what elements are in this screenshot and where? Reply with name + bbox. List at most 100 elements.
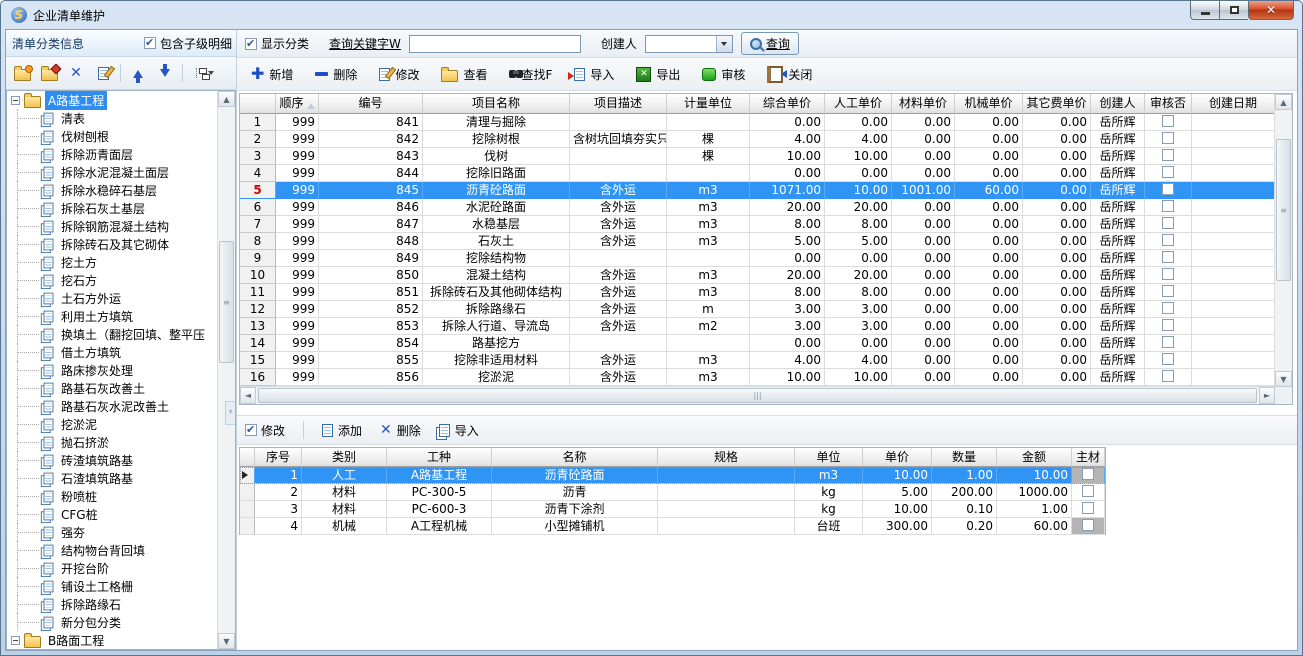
table-row[interactable]: 2999842挖除树根含树坑回填夯实只棵4.004.000.000.000.00… xyxy=(240,131,1292,148)
cell-date[interactable] xyxy=(1192,216,1275,233)
cell-code[interactable]: 845 xyxy=(319,182,423,199)
audit-checkbox[interactable] xyxy=(1162,115,1174,127)
tree-item[interactable]: 拆除路缘石 xyxy=(7,595,218,613)
cell-spec[interactable] xyxy=(658,467,795,484)
tree-item[interactable]: 石渣填筑路基 xyxy=(7,469,218,487)
table-row[interactable]: 14999854路基挖方0.000.000.000.000.00岳所辉 xyxy=(240,335,1292,352)
tree-item[interactable]: 换填土（翻挖回填、整平压 xyxy=(7,325,218,343)
scrollbar-thumb[interactable]: ≡ xyxy=(1276,139,1291,281)
tree-item[interactable]: 土石方外运 xyxy=(7,289,218,307)
cell-order[interactable]: 999 xyxy=(276,233,319,250)
cell-main-material[interactable] xyxy=(1072,501,1105,518)
column-header[interactable] xyxy=(240,448,255,467)
cell-material-price[interactable]: 0.00 xyxy=(892,216,955,233)
cell-creator[interactable]: 岳所辉 xyxy=(1091,335,1145,352)
cell-main-material[interactable] xyxy=(1072,484,1105,501)
tree-item-label[interactable]: 挖石方 xyxy=(58,271,100,290)
tree-item-label[interactable]: 伐树刨根 xyxy=(58,127,112,146)
row-number-cell[interactable]: 13 xyxy=(240,318,276,335)
cell-code[interactable]: 849 xyxy=(319,250,423,267)
cell-unit[interactable]: 台班 xyxy=(795,518,863,535)
cell-seq[interactable]: 2 xyxy=(255,484,302,501)
cell-category[interactable]: 材料 xyxy=(302,484,387,501)
keyword-input[interactable] xyxy=(409,35,581,53)
scroll-up-arrow[interactable]: ▲ xyxy=(1275,94,1292,110)
cell-audited[interactable] xyxy=(1145,216,1192,233)
cell-material-price[interactable]: 0.00 xyxy=(892,284,955,301)
tree-root-label[interactable]: A路基工程 xyxy=(45,91,107,110)
cell-desc[interactable]: 含外运 xyxy=(570,318,667,335)
cell-total-price[interactable]: 0.00 xyxy=(750,114,825,131)
audit-checkbox[interactable] xyxy=(1162,319,1174,331)
audit-checkbox[interactable] xyxy=(1162,149,1174,161)
tree-item-label[interactable]: 拆除水泥混凝土面层 xyxy=(58,163,172,182)
tree-item[interactable]: 借土方填筑 xyxy=(7,343,218,361)
cell-code[interactable]: 847 xyxy=(319,216,423,233)
row-number-cell[interactable]: 10 xyxy=(240,267,276,284)
cell-code[interactable]: 856 xyxy=(319,369,423,386)
cell-desc[interactable]: 含外运 xyxy=(570,301,667,318)
cell-other-price[interactable]: 0.00 xyxy=(1023,284,1091,301)
row-number-cell[interactable]: 8 xyxy=(240,233,276,250)
cell-audited[interactable] xyxy=(1145,318,1192,335)
cell-total-price[interactable]: 1071.00 xyxy=(750,182,825,199)
tree-item[interactable]: 挖石方 xyxy=(7,271,218,289)
cell-name[interactable]: 挖除旧路面 xyxy=(423,165,570,182)
column-header[interactable]: 工种 xyxy=(387,448,492,467)
cell-material-price[interactable]: 0.00 xyxy=(892,267,955,284)
cell-code[interactable]: 842 xyxy=(319,131,423,148)
table-row[interactable]: 1人工A路基工程沥青砼路面m310.001.0010.00 xyxy=(240,467,1105,484)
tree-item[interactable]: 利用土方填筑 xyxy=(7,307,218,325)
modify-note-button[interactable] xyxy=(93,63,113,83)
cell-unit[interactable]: 棵 xyxy=(667,131,750,148)
cell-creator[interactable]: 岳所辉 xyxy=(1091,165,1145,182)
cell-unit[interactable] xyxy=(667,335,750,352)
cell-machine-price[interactable]: 0.00 xyxy=(955,318,1023,335)
audit-checkbox[interactable] xyxy=(1162,336,1174,348)
cell-date[interactable] xyxy=(1192,114,1275,131)
detail-import-button[interactable]: 导入 xyxy=(439,422,479,439)
cell-date[interactable] xyxy=(1192,301,1275,318)
cell-audited[interactable] xyxy=(1145,335,1192,352)
cell-date[interactable] xyxy=(1192,284,1275,301)
column-header[interactable]: 单价 xyxy=(863,448,932,467)
cell-material-price[interactable]: 0.00 xyxy=(892,250,955,267)
table-row[interactable]: 7999847水稳基层含外运m38.008.000.000.000.00岳所辉 xyxy=(240,216,1292,233)
tree-item-label[interactable]: 挖土方 xyxy=(58,253,100,272)
cell-qty[interactable]: 1.00 xyxy=(932,467,997,484)
cell-trade[interactable]: A工程机械 xyxy=(387,518,492,535)
cell-code[interactable]: 854 xyxy=(319,335,423,352)
tree-item-label[interactable]: 铺设土工格栅 xyxy=(58,577,136,596)
cell-creator[interactable]: 岳所辉 xyxy=(1091,199,1145,216)
cell-order[interactable]: 999 xyxy=(276,199,319,216)
row-number-cell[interactable]: 7 xyxy=(240,216,276,233)
column-header[interactable]: 其它费单价 xyxy=(1023,94,1091,114)
cell-amount[interactable]: 1000.00 xyxy=(997,484,1072,501)
tree-item[interactable]: 拆除砖石及其它砌体 xyxy=(7,235,218,253)
cell-audited[interactable] xyxy=(1145,165,1192,182)
cell-code[interactable]: 848 xyxy=(319,233,423,250)
audit-checkbox[interactable] xyxy=(1162,200,1174,212)
cell-desc[interactable] xyxy=(570,335,667,352)
cell-machine-price[interactable]: 0.00 xyxy=(955,114,1023,131)
cell-audited[interactable] xyxy=(1145,284,1192,301)
tree-item-label[interactable]: 新分包分类 xyxy=(58,613,124,632)
toolbar-button-plus[interactable]: ✚ 新增 xyxy=(251,66,293,83)
cell-labor-price[interactable]: 0.00 xyxy=(825,165,892,182)
cell-creator[interactable]: 岳所辉 xyxy=(1091,352,1145,369)
cell-material-price[interactable]: 0.00 xyxy=(892,335,955,352)
cell-total-price[interactable]: 3.00 xyxy=(750,318,825,335)
new-category-button[interactable] xyxy=(12,63,32,83)
tree-item[interactable]: CFG桩 xyxy=(7,505,218,523)
cell-order[interactable]: 999 xyxy=(276,301,319,318)
cell-material-price[interactable]: 0.00 xyxy=(892,199,955,216)
tree-item-label[interactable]: 利用土方填筑 xyxy=(58,307,136,326)
cell-order[interactable]: 999 xyxy=(276,267,319,284)
tree-item[interactable]: 抛石挤淤 xyxy=(7,433,218,451)
cell-creator[interactable]: 岳所辉 xyxy=(1091,318,1145,335)
main-material-checkbox[interactable] xyxy=(1082,502,1094,514)
cell-date[interactable] xyxy=(1192,318,1275,335)
cell-desc[interactable] xyxy=(570,114,667,131)
toolbar-button-excel[interactable]: ✕ 导出 xyxy=(636,66,680,83)
tree-item-label[interactable]: 拆除水稳碎石基层 xyxy=(58,181,160,200)
